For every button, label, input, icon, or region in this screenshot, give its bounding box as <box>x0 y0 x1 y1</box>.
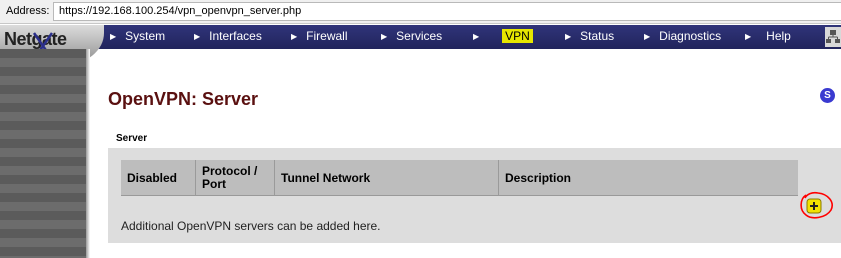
nav-arrow-icon: ▶ <box>381 32 388 41</box>
nav-arrow-icon: ▶ <box>565 32 572 41</box>
nav-item-label: Status <box>580 29 615 43</box>
column-header-disabled: Disabled <box>127 170 178 185</box>
url-input[interactable]: https://192.168.100.254/vpn_openvpn_serv… <box>53 2 841 21</box>
address-bar: Address: https://192.168.100.254/vpn_ope… <box>0 0 841 24</box>
nav-item-label: System <box>125 29 166 43</box>
nav-arrow-icon: ▶ <box>745 32 752 41</box>
help-icon[interactable]: S <box>820 88 835 103</box>
address-label: Address: <box>6 5 50 17</box>
nav-item-label: Help <box>766 29 791 43</box>
nav-item-label: Services <box>396 29 443 43</box>
table-header-row: Disabled Protocol / Port Tunnel Network … <box>121 160 798 196</box>
nav-item-interfaces[interactable]: ▶ Interfaces <box>194 29 262 45</box>
add-server-button[interactable] <box>806 198 822 214</box>
nav-item-system[interactable]: ▶ System <box>110 29 165 45</box>
column-header-protocol-port: Protocol / Port <box>195 160 274 196</box>
column-header-tunnel-network: Tunnel Network <box>274 160 498 196</box>
add-icon <box>806 198 822 214</box>
nav-arrow-icon: ▶ <box>644 32 651 41</box>
nav-item-label: Firewall <box>306 29 348 43</box>
page-title: OpenVPN: Server <box>108 89 259 109</box>
nav-item-services[interactable]: ▶ Services <box>381 29 442 45</box>
column-header-description: Description <box>498 160 798 196</box>
nav-item-diagnostics[interactable]: ▶ Diagnostics <box>644 29 721 45</box>
nav-arrow-icon: ▶ <box>473 32 480 41</box>
url-text: https://192.168.100.254/vpn_openvpn_serv… <box>59 5 302 17</box>
network-glyph-icon <box>826 30 840 43</box>
nav-item-status[interactable]: ▶ Status <box>565 29 614 45</box>
nav-arrow-icon: ▶ <box>110 32 117 41</box>
nav-item-firewall[interactable]: ▶ Firewall <box>291 29 348 45</box>
nav-item-label: Interfaces <box>209 29 262 43</box>
network-icon[interactable] <box>825 27 841 47</box>
section-label: Server <box>116 133 148 144</box>
left-side-panel <box>0 49 86 258</box>
nav-item-help[interactable]: ▶ Help <box>745 29 791 45</box>
nav-item-vpn[interactable]: ▶ VPN <box>473 29 533 45</box>
left-panel-shadow <box>86 49 90 258</box>
nav-arrow-icon: ▶ <box>291 32 298 41</box>
nav-arrow-icon: ▶ <box>194 32 201 41</box>
nav-item-label: Diagnostics <box>659 29 722 43</box>
add-servers-note: Additional OpenVPN servers can be added … <box>121 219 381 233</box>
nav-item-label: VPN <box>502 29 533 43</box>
